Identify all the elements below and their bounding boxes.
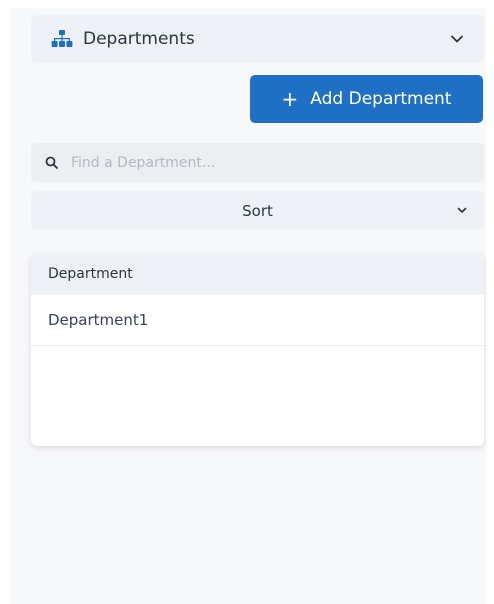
departments-dropdown[interactable]: Departments	[31, 15, 484, 63]
chevron-down-icon	[450, 32, 464, 46]
departments-table: Department Department1	[31, 253, 484, 446]
sort-dropdown[interactable]: Sort	[31, 191, 484, 230]
column-header-department: Department	[31, 253, 484, 295]
org-chart-icon	[51, 30, 73, 48]
department-name: Department1	[48, 311, 149, 329]
search-input[interactable]	[71, 154, 470, 171]
departments-dropdown-label: Departments	[83, 29, 195, 49]
plus-icon: +	[281, 87, 299, 111]
search-bar[interactable]	[31, 143, 484, 182]
add-department-label: Add Department	[310, 89, 452, 109]
search-icon	[45, 156, 59, 170]
chevron-down-icon	[456, 204, 468, 216]
table-row[interactable]: Department1	[31, 295, 484, 346]
add-department-button[interactable]: + Add Department	[250, 75, 483, 123]
sort-label: Sort	[242, 201, 273, 220]
